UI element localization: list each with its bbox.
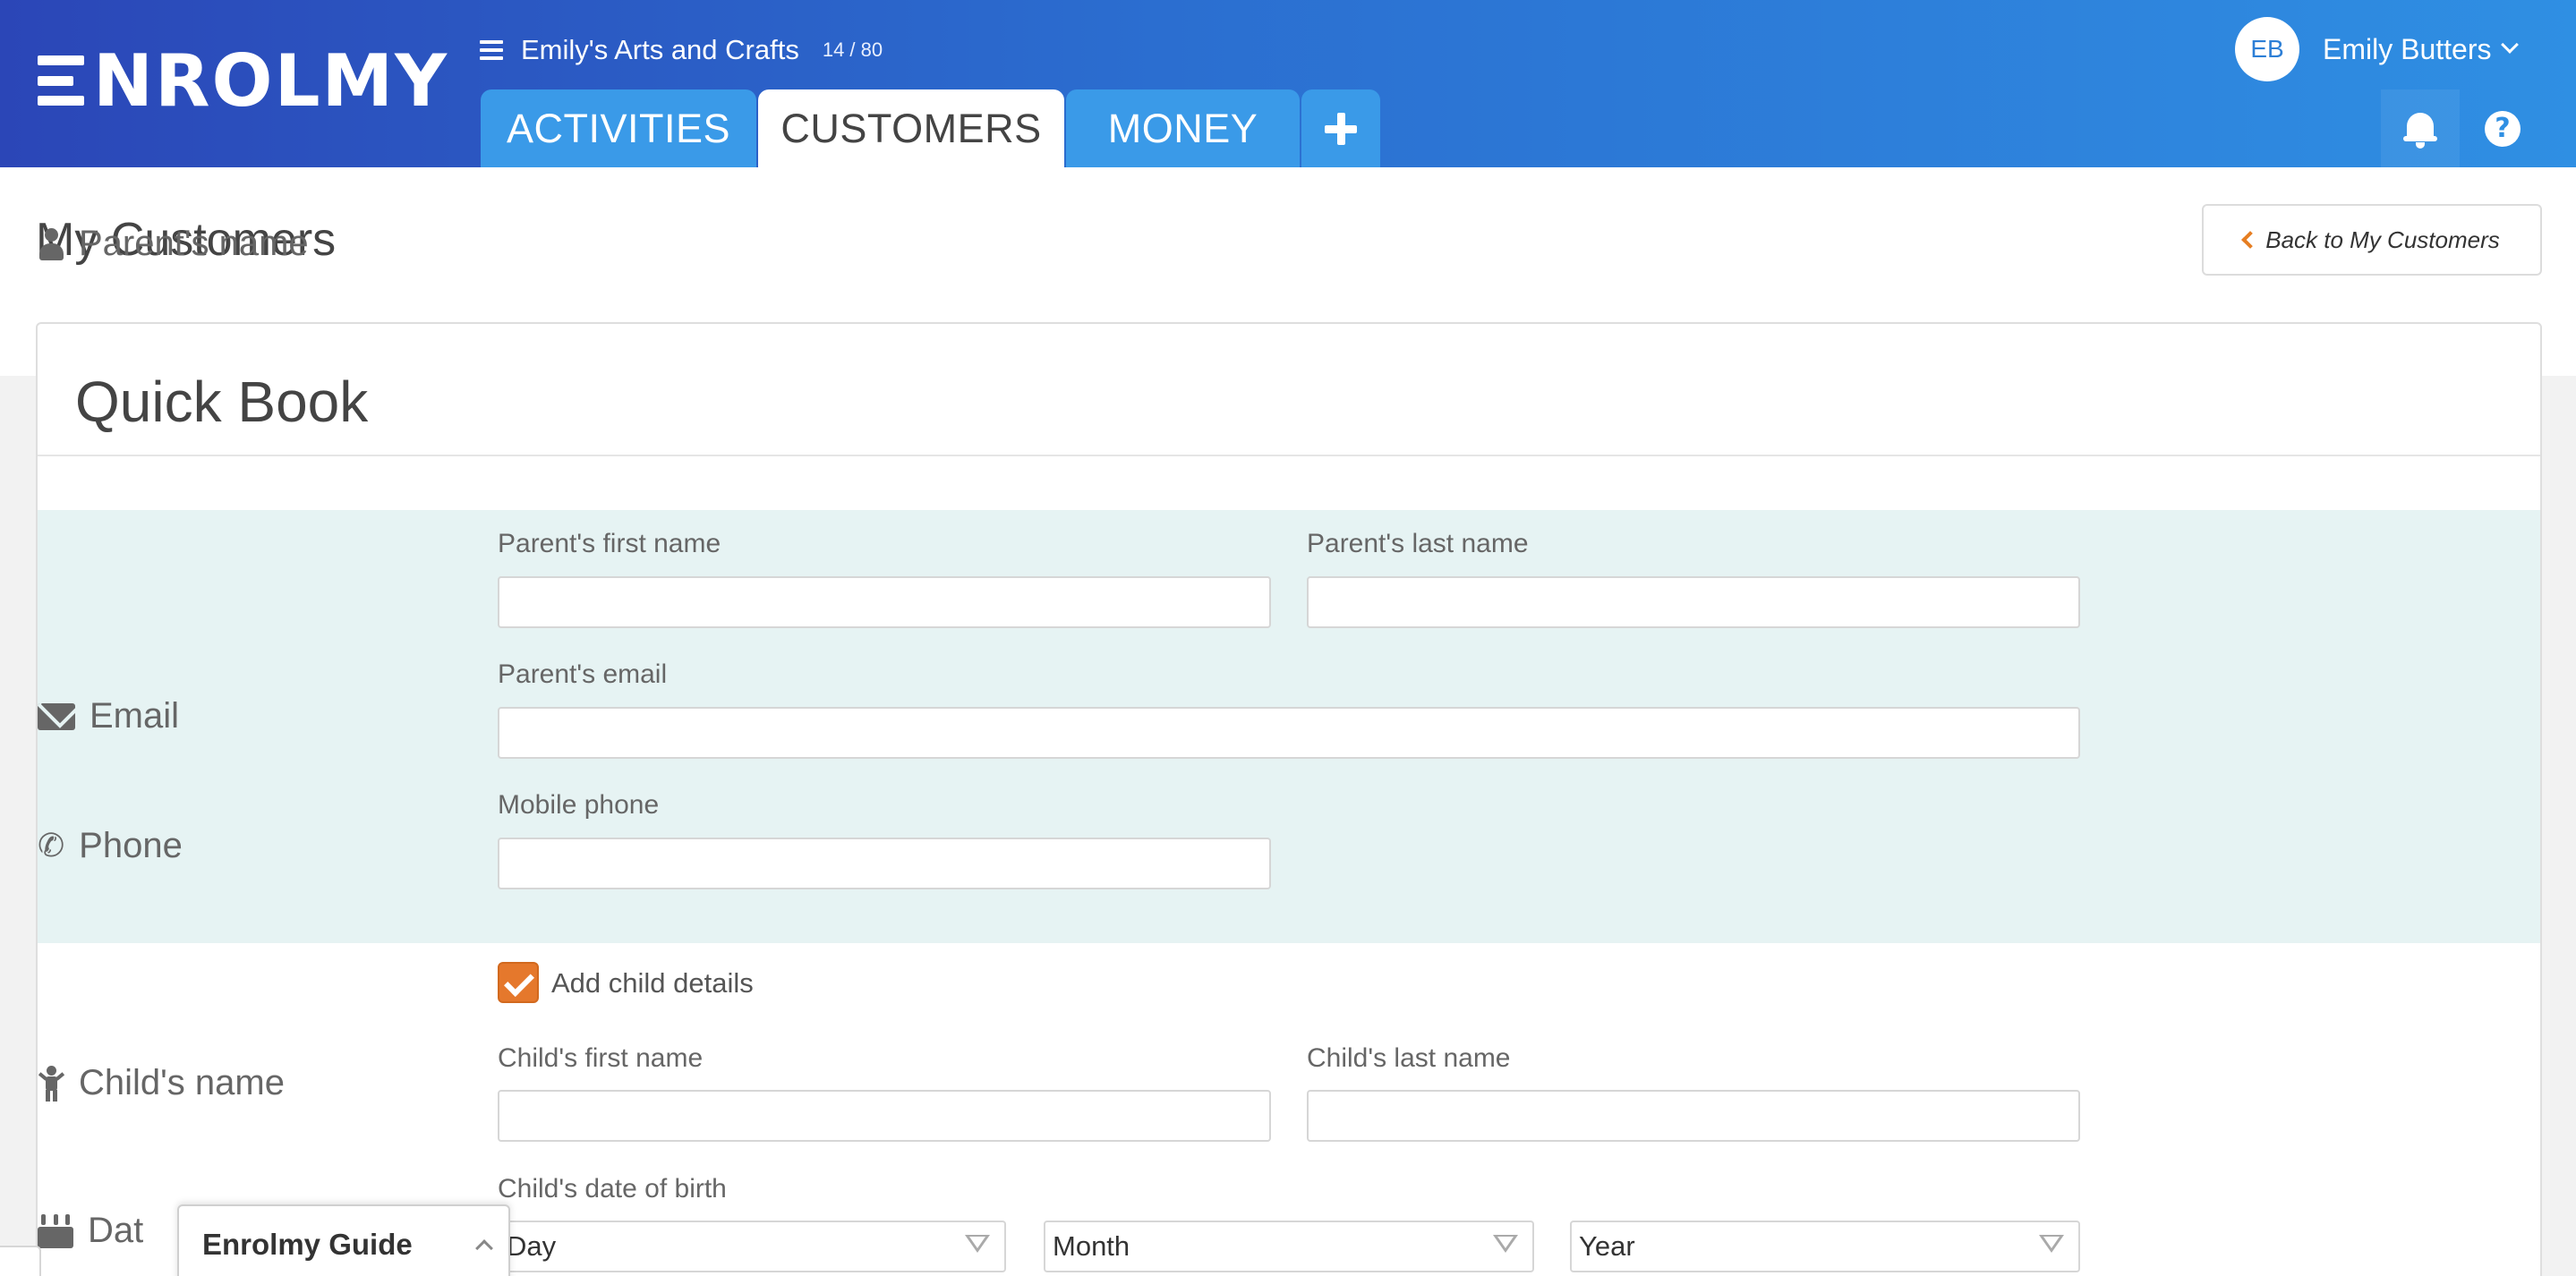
birthday-cake-icon xyxy=(38,1213,73,1248)
main-tabs: ACTIVITIES CUSTOMERS MONEY xyxy=(481,89,1380,167)
mobile-phone-input[interactable] xyxy=(498,838,1271,889)
enrolmy-logo[interactable]: NROLMY xyxy=(38,39,448,123)
hamburger-icon[interactable] xyxy=(480,40,503,60)
parent-name-label-text: Parent's name xyxy=(79,224,309,263)
parent-last-name-caption: Parent's last name xyxy=(1307,529,1529,558)
parent-first-name-input[interactable] xyxy=(498,576,1271,628)
date-of-birth-label-text: Dat xyxy=(88,1211,144,1250)
organisation-count: 14 / 80 xyxy=(822,38,883,61)
date-of-birth-label: Dat xyxy=(38,1211,143,1251)
parent-email-input[interactable] xyxy=(498,707,2080,759)
phone-label-text: Phone xyxy=(79,826,183,865)
child-last-name-input[interactable] xyxy=(1307,1090,2080,1142)
side-panel-tab[interactable] xyxy=(0,1246,41,1276)
parent-email-caption: Parent's email xyxy=(498,659,668,689)
card-divider xyxy=(38,455,2540,456)
email-label: Email xyxy=(38,696,179,736)
chevron-left-icon xyxy=(2241,231,2260,249)
child-icon xyxy=(38,1065,65,1102)
dob-month-select[interactable]: Month xyxy=(1044,1221,1534,1272)
add-child-label[interactable]: Add child details xyxy=(551,967,754,1000)
dob-day-value: Day xyxy=(507,1230,557,1262)
phone-icon: ✆ xyxy=(38,828,65,864)
back-to-customers-button[interactable]: Back to My Customers xyxy=(2202,204,2542,276)
enrolmy-guide-widget[interactable]: Enrolmy Guide xyxy=(177,1204,510,1276)
dob-month-value: Month xyxy=(1053,1230,1130,1262)
chevron-down-icon[interactable] xyxy=(2501,36,2520,54)
user-menu[interactable]: EB Emily Butters xyxy=(2235,16,2520,82)
dob-year-select[interactable]: Year xyxy=(1570,1221,2080,1272)
logo-text: NROLMY xyxy=(93,38,449,123)
parent-name-label: Parent's name xyxy=(38,224,309,264)
dropdown-arrow-icon xyxy=(965,1235,990,1253)
plus-icon xyxy=(1325,112,1357,145)
dropdown-arrow-icon xyxy=(1493,1235,1518,1253)
back-button-label: Back to My Customers xyxy=(2265,225,2500,253)
phone-label: ✆ Phone xyxy=(38,826,183,866)
email-label-text: Email xyxy=(90,696,180,736)
child-last-name-caption: Child's last name xyxy=(1307,1043,1511,1073)
dob-day-select[interactable]: Day xyxy=(498,1221,1006,1272)
question-icon: ? xyxy=(2485,110,2521,147)
organisation-name[interactable]: Emily's Arts and Crafts xyxy=(521,34,799,66)
tab-customers[interactable]: CUSTOMERS xyxy=(758,89,1064,167)
organisation-switcher[interactable]: Emily's Arts and Crafts 14 / 80 xyxy=(480,32,883,68)
user-name[interactable]: Emily Butters xyxy=(2323,33,2491,66)
child-first-name-caption: Child's first name xyxy=(498,1043,704,1073)
dropdown-arrow-icon xyxy=(2039,1235,2064,1253)
logo-e-mark xyxy=(38,55,84,106)
parent-first-name-caption: Parent's first name xyxy=(498,529,721,558)
envelope-icon xyxy=(38,702,75,730)
guide-label: Enrolmy Guide xyxy=(202,1228,413,1261)
child-dob-caption: Child's date of birth xyxy=(498,1174,727,1204)
add-button[interactable] xyxy=(1301,89,1380,167)
chevron-up-icon[interactable] xyxy=(475,1239,493,1257)
add-child-checkbox[interactable] xyxy=(498,962,539,1003)
card-title: Quick Book xyxy=(75,370,369,434)
header-actions: ? xyxy=(2381,89,2576,167)
quick-book-card: Quick Book xyxy=(36,322,2542,1276)
dob-year-value: Year xyxy=(1579,1230,1635,1262)
parent-last-name-input[interactable] xyxy=(1307,576,2080,628)
user-icon xyxy=(38,227,64,260)
top-navigation-bar: NROLMY Emily's Arts and Crafts 14 / 80 A… xyxy=(0,0,2576,167)
child-first-name-input[interactable] xyxy=(498,1090,1271,1142)
bell-icon xyxy=(2403,109,2437,149)
help-button[interactable]: ? xyxy=(2463,89,2542,167)
tab-activities[interactable]: ACTIVITIES xyxy=(481,89,756,167)
child-name-label-text: Child's name xyxy=(79,1063,285,1102)
tab-money[interactable]: MONEY xyxy=(1066,89,1300,167)
child-name-label: Child's name xyxy=(38,1063,285,1103)
avatar[interactable]: EB xyxy=(2235,17,2299,81)
mobile-phone-caption: Mobile phone xyxy=(498,790,660,820)
notifications-button[interactable] xyxy=(2381,89,2460,167)
